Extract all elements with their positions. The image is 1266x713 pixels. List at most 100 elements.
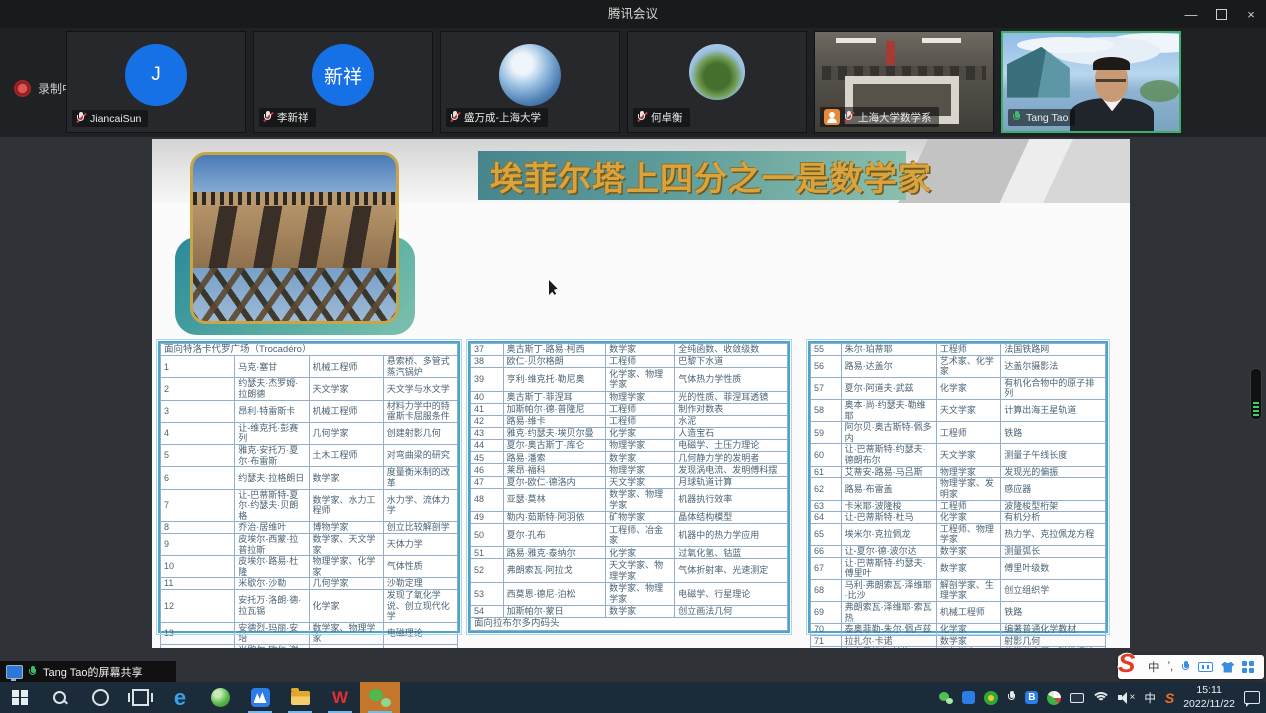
cell-profession: 几何学家 <box>309 578 383 590</box>
engraved-names-table: 面向特洛卡代罗广场（Trocadéro）1马克·塞甘机械工程师悬索桥、多管式蒸汽… <box>160 343 458 648</box>
minimize-button[interactable]: — <box>1176 0 1206 28</box>
wechat-button[interactable] <box>360 682 400 713</box>
cell-name: 雅克·约瑟夫·埃贝尔曼 <box>503 427 606 439</box>
cell-number: 59 <box>811 422 842 444</box>
skin-icon[interactable] <box>1221 662 1234 673</box>
table-row: 8乔治·居维叶博物学家创立比较解剖学 <box>161 522 458 534</box>
window-title: 腾讯会议 <box>0 0 1266 28</box>
table-row: 42路易·维卡工程师水泥 <box>471 415 788 427</box>
mic-muted-icon <box>76 112 86 125</box>
cell-name: 安德烈-玛丽·安培 <box>235 622 309 644</box>
input-mode-chinese[interactable]: 中 <box>1148 659 1160 675</box>
wifi-icon[interactable] <box>1093 692 1109 704</box>
cell-contribution: 电磁理论 <box>383 622 457 644</box>
tencent-meeting-button[interactable] <box>240 682 280 713</box>
taskbar-clock[interactable]: 15:11 2022/11/22 <box>1183 684 1235 710</box>
table-row: 3昂利·特雷斯卡机械工程师材料力学中的特雷斯卡屈服条件 <box>161 400 458 422</box>
cell-number: 46 <box>471 464 504 476</box>
cell-profession: 物理学家 <box>606 440 675 452</box>
table-row: 面向特洛卡代罗广场（Trocadéro） <box>161 344 458 356</box>
taskbar-apps: e W <box>0 682 400 713</box>
cell-profession: 土木工程师 <box>309 445 383 467</box>
cell-number: 11 <box>161 578 235 590</box>
edge-button[interactable]: e <box>160 682 200 713</box>
video-tile-tang-tao[interactable]: Tang Tao <box>1001 31 1181 133</box>
cell-name: 弗朗索瓦·阿拉戈 <box>503 559 606 582</box>
wps-button[interactable]: W <box>320 682 360 713</box>
video-tile-jiancaisun[interactable]: J JiancaiSun <box>66 31 246 133</box>
cell-name: 马利·弗朗索瓦·泽维耶·比沙 <box>841 579 936 601</box>
task-view-button[interactable] <box>120 682 160 713</box>
video-tile-hezhuoheng[interactable]: 何卓衡 <box>627 31 807 133</box>
table-row: 69弗朗索瓦·泽维耶·索瓦热机械工程师铁路 <box>811 602 1106 624</box>
cell-contribution: 制作对数表 <box>675 403 788 415</box>
cell-name: 亨利·维克托·勒尼奥 <box>503 368 606 391</box>
toolbox-icon[interactable] <box>1242 661 1254 673</box>
cell-contribution: 悬索桥、多管式蒸汽锅炉 <box>383 356 457 378</box>
cell-number: 70 <box>811 624 842 636</box>
table-row: 47夏尔-欧仁·德洛内天文学家月球轨道计算 <box>471 476 788 488</box>
screen-icon <box>6 665 23 679</box>
tray-sogou-icon[interactable]: S <box>1165 690 1174 706</box>
cell-number: 38 <box>471 356 504 368</box>
video-tile-shengwancheng[interactable]: 盛万成-上海大学 <box>440 31 620 133</box>
volume-muted-icon[interactable]: × <box>1118 691 1135 704</box>
tray-360-icon[interactable] <box>984 691 998 705</box>
search-button[interactable] <box>40 682 80 713</box>
bluetooth-icon[interactable]: B <box>1025 691 1038 704</box>
soft-keyboard-icon[interactable] <box>1198 662 1213 672</box>
action-center-icon[interactable] <box>1244 691 1260 704</box>
avatar <box>689 44 745 100</box>
cell-contribution: 机器执行效率 <box>675 488 788 511</box>
tray-microphone-icon[interactable] <box>1007 691 1016 704</box>
cell-name: 路易·达盖尔 <box>841 355 936 377</box>
browser-360-button[interactable] <box>200 682 240 713</box>
participant-name: JiancaiSun <box>90 113 141 125</box>
cell-number: 43 <box>471 427 504 439</box>
cell-contribution: 天体力学 <box>383 533 457 555</box>
cell-contribution: 发现了氧化学说、创立现代化学 <box>383 590 457 623</box>
start-button[interactable] <box>0 682 40 713</box>
wps-icon: W <box>332 689 348 706</box>
cell-number: 55 <box>811 344 842 356</box>
table-row: 52弗朗索瓦·阿拉戈天文学家、物理学家气体折射率、光速测定 <box>471 559 788 582</box>
cell-name: 路易·布雷盖 <box>841 478 936 500</box>
cell-contribution: 感应器 <box>1001 478 1106 500</box>
tray-tencent-meeting-icon[interactable] <box>962 691 975 704</box>
cell-name: 莱昂·福科 <box>503 464 606 476</box>
avatar <box>499 44 561 106</box>
table-row: 63卡米耶·波隆梭工程师波隆梭型桁架 <box>811 500 1106 512</box>
table-row: 48亚瑟·莫林数学家、物理学家机器执行效率 <box>471 488 788 511</box>
cell-contribution: 编著普通化学教材 <box>1001 624 1106 636</box>
punctuation-icon[interactable]: ’, <box>1168 661 1174 673</box>
cell-profession: 工程师 <box>606 403 675 415</box>
table-row: 66让-夏尔·德·波尔达数学家测量弧长 <box>811 545 1106 557</box>
table-row: 1马克·塞甘机械工程师悬索桥、多管式蒸汽锅炉 <box>161 356 458 378</box>
tile-label: 何卓衡 <box>633 108 690 127</box>
tray-wechat-icon[interactable] <box>939 692 953 704</box>
participant-name: Tang Tao <box>1026 112 1068 124</box>
file-explorer-button[interactable] <box>280 682 320 713</box>
video-tile-math-department[interactable]: 上海大学数学系 <box>814 31 994 133</box>
cortana-button[interactable] <box>80 682 120 713</box>
cell-profession: 数学家 <box>936 557 1000 579</box>
sogou-input-toolbar[interactable]: S 中 ’, <box>1118 655 1264 679</box>
cell-contribution: 创立组织学 <box>1001 579 1106 601</box>
cell-number: 71 <box>811 635 842 647</box>
cell-contribution: 达盖尔摄影法 <box>1001 355 1106 377</box>
cell-number: 62 <box>811 478 842 500</box>
voice-input-icon[interactable] <box>1181 661 1190 674</box>
video-tile-lixinxiang[interactable]: 新祥 李新祥 <box>253 31 433 133</box>
input-language-indicator[interactable]: 中 <box>1144 690 1156 706</box>
cell-number: 52 <box>471 559 504 582</box>
tray-security-pie-icon[interactable] <box>1047 691 1061 705</box>
cell-number: 4 <box>161 422 235 444</box>
close-button[interactable]: × <box>1236 0 1266 28</box>
table-row: 41加斯帕尔·德·普隆尼工程师制作对数表 <box>471 403 788 415</box>
sogou-logo-icon[interactable]: S <box>1118 648 1135 679</box>
tray-pc-icon[interactable] <box>1070 693 1084 703</box>
screen-share-overlay[interactable]: Tang Tao的屏幕共享 <box>0 661 176 683</box>
maximize-button[interactable] <box>1206 0 1236 28</box>
cell-name: 埃米尔·克拉佩龙 <box>841 523 936 545</box>
table-row: 14米歇尔·欧仁·谢弗勒尔化学家发现肌酸 <box>161 645 458 648</box>
